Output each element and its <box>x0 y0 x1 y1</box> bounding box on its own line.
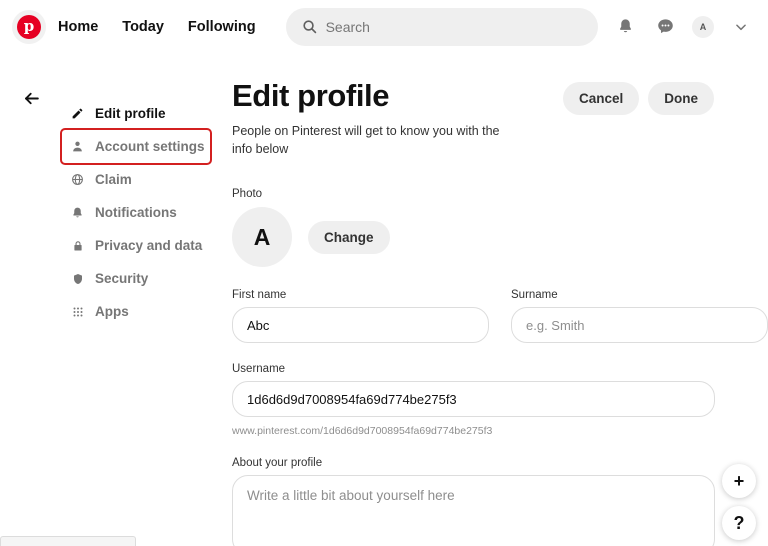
messages-icon[interactable] <box>652 14 678 40</box>
surname-group: Surname <box>511 289 768 344</box>
cancel-button[interactable]: Cancel <box>562 82 640 115</box>
person-icon <box>70 140 85 153</box>
grid-icon <box>70 306 85 318</box>
sidebar-item-apps[interactable]: Apps <box>62 295 210 328</box>
photo-section: Photo A Change <box>232 188 768 268</box>
sidebar-label-account-settings: Account settings <box>95 139 205 154</box>
search-bar[interactable] <box>285 7 598 46</box>
globe-icon <box>70 173 85 186</box>
first-name-group: First name <box>232 289 489 344</box>
page-subtitle: People on Pinterest will get to know you… <box>232 124 500 157</box>
sidebar-item-edit-profile[interactable]: Edit profile <box>62 97 210 130</box>
username-group: Username www.pinterest.com/1d6d6d9d70089… <box>232 363 715 437</box>
first-name-label: First name <box>232 289 287 302</box>
name-fields-row: First name Surname <box>232 289 768 344</box>
chevron-down-icon[interactable] <box>728 14 754 40</box>
nav-link-today[interactable]: Today <box>110 11 176 43</box>
notifications-bell-icon[interactable] <box>612 14 638 40</box>
top-navigation-bar: p Home Today Following A <box>0 0 768 53</box>
profile-avatar[interactable]: A <box>232 207 292 268</box>
done-button[interactable]: Done <box>648 82 714 115</box>
back-column <box>0 53 62 546</box>
search-icon <box>302 19 317 34</box>
change-photo-button[interactable]: Change <box>308 220 390 254</box>
top-bar-icon-group: A <box>612 14 754 40</box>
page-body: Edit profile Account settings Claim Noti… <box>0 53 768 546</box>
nav-link-following[interactable]: Following <box>176 11 268 43</box>
settings-sidebar: Edit profile Account settings Claim Noti… <box>60 53 212 546</box>
sidebar-item-security[interactable]: Security <box>62 262 210 295</box>
shield-icon <box>70 272 85 286</box>
create-button[interactable]: + <box>722 464 756 498</box>
download-bar-item[interactable] <box>0 536 136 546</box>
sidebar-item-claim[interactable]: Claim <box>62 163 210 196</box>
nav-link-home[interactable]: Home <box>46 11 110 43</box>
pinterest-logo[interactable]: p <box>12 9 46 44</box>
bell-icon <box>70 206 85 220</box>
sidebar-label-security: Security <box>95 271 149 286</box>
sidebar-label-privacy-and-data: Privacy and data <box>95 238 203 253</box>
help-button[interactable]: ? <box>722 506 756 540</box>
about-textarea[interactable] <box>232 475 715 546</box>
about-group: About your profile <box>232 457 715 546</box>
user-avatar[interactable]: A <box>692 15 714 38</box>
search-input[interactable] <box>325 18 582 35</box>
lock-icon <box>70 239 85 253</box>
floating-action-buttons: + ? <box>722 464 756 540</box>
back-arrow-icon[interactable] <box>19 86 43 110</box>
username-label: Username <box>232 363 286 376</box>
sidebar-item-privacy-and-data[interactable]: Privacy and data <box>62 229 210 262</box>
sidebar-item-notifications[interactable]: Notifications <box>62 196 210 229</box>
pinterest-logo-icon: p <box>17 14 41 39</box>
surname-input[interactable] <box>511 307 768 344</box>
edit-profile-form: Edit profile People on Pinterest will ge… <box>210 53 768 546</box>
username-input[interactable] <box>232 381 715 418</box>
sidebar-label-notifications: Notifications <box>95 205 177 220</box>
sidebar-label-apps: Apps <box>95 304 129 319</box>
photo-label: Photo <box>232 188 263 201</box>
username-url-hint: www.pinterest.com/1d6d6d9d7008954fa69d77… <box>232 425 493 438</box>
first-name-input[interactable] <box>232 307 489 344</box>
form-action-buttons: Cancel Done <box>562 82 714 115</box>
about-label: About your profile <box>232 457 323 470</box>
sidebar-label-claim: Claim <box>95 172 132 187</box>
sidebar-label-edit-profile: Edit profile <box>95 106 166 121</box>
pencil-icon <box>70 107 85 120</box>
sidebar-item-account-settings[interactable]: Account settings <box>60 128 212 165</box>
photo-row: A Change <box>232 207 768 268</box>
surname-label: Surname <box>511 289 558 302</box>
